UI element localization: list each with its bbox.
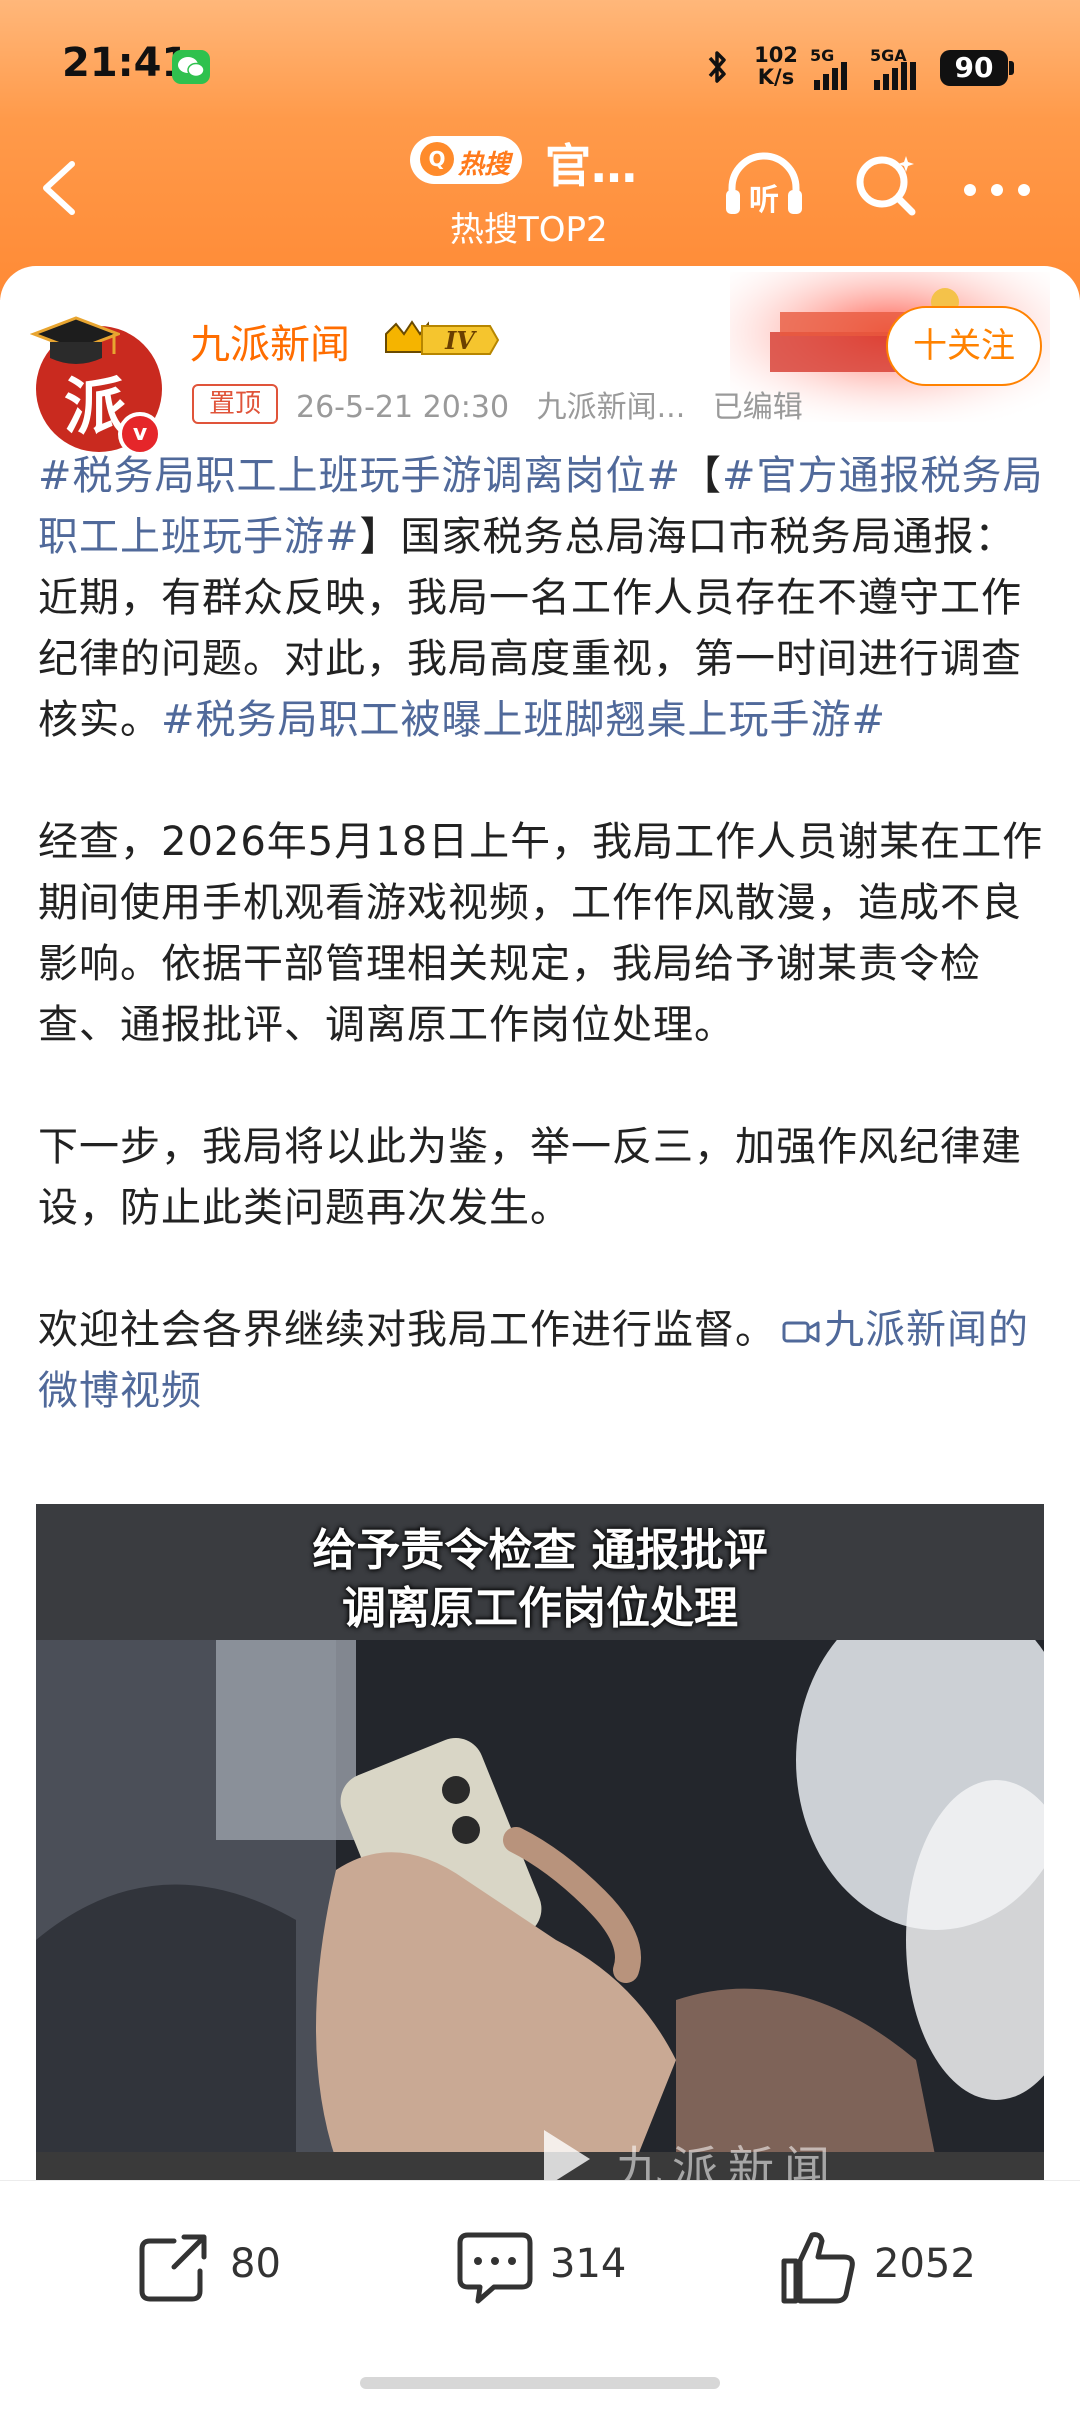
page-subtitle: 热搜TOP2 <box>450 210 608 250</box>
network-speed: 102 K/s <box>754 43 798 89</box>
post-date: 26-5-21 20:30 <box>296 390 510 425</box>
paragraph-4: 欢迎社会各界继续对我局工作进行监督。 九派新闻的微博视频 <box>38 1307 1029 1414</box>
svg-text:听: 听 <box>749 183 779 218</box>
like-button[interactable]: 2052 <box>776 2227 986 2307</box>
action-bar: 80 314 2052 <box>0 2180 1080 2414</box>
post-body: #税务局职工上班玩手游调离岗位#【#官方通报税务局职工上班玩手游#】国家税务总局… <box>38 446 1048 1422</box>
battery-indicator: 90 <box>940 50 1014 86</box>
hot-search-badge: Q 热搜 <box>410 136 522 184</box>
topic-link[interactable]: #税务局职工被曝上班脚翘桌上玩手游# <box>161 697 886 743</box>
back-icon[interactable] <box>36 158 86 218</box>
share-icon <box>139 2234 207 2302</box>
post-source[interactable]: 九派新闻... <box>537 390 686 425</box>
video-player[interactable]: 给予责令检查 通报批评 调离原工作岗位处理 九派新闻 <box>36 1504 1044 2194</box>
avatar[interactable]: 派 v <box>30 316 162 456</box>
thumbs-up-icon <box>781 2232 855 2304</box>
paragraph-3: 下一步，我局将以此为鉴，举一反三，加强作风纪律建设，防止此类问题再次发生。 <box>38 1124 1022 1231</box>
video-frame-image <box>36 1640 1044 2194</box>
svg-text:IV: IV <box>444 326 477 355</box>
clock: 21:41 <box>62 40 190 86</box>
level-crown-badge: IV <box>385 320 500 355</box>
follow-button[interactable]: 十关注 <box>886 306 1042 386</box>
search-icon[interactable] <box>852 150 922 220</box>
comment-count: 314 <box>550 2241 627 2287</box>
paragraph-1: #税务局职工上班玩手游调离岗位#【#官方通报税务局职工上班玩手游#】国家税务总局… <box>38 453 1044 743</box>
edited-label[interactable]: 已编辑 <box>713 390 803 425</box>
like-count: 2052 <box>874 2241 976 2287</box>
video-camera-icon <box>782 1321 820 1343</box>
search-mark-icon: Q <box>420 142 454 176</box>
video-caption-line-1: 给予责令检查 通报批评 <box>312 1525 768 1576</box>
comment-icon <box>457 2232 533 2304</box>
home-indicator[interactable] <box>360 2377 720 2389</box>
status-bar: 21:41 102 K/s 5G 5GA 90 <box>0 30 1080 106</box>
paragraph-2: 经查，2026年5月18日上午，我局工作人员谢某在工作期间使用手机观看游戏视频，… <box>38 819 1044 1048</box>
repost-count: 80 <box>230 2241 281 2287</box>
repost-button[interactable]: 80 <box>134 2227 304 2307</box>
pinned-badge: 置顶 <box>192 384 278 424</box>
top-header: 21:41 102 K/s 5G 5GA 90 Q 热搜 官… 热搜TOP2 听 <box>0 0 1080 300</box>
listen-icon[interactable]: 听 <box>722 150 806 220</box>
author-name[interactable]: 九派新闻 <box>190 312 350 370</box>
video-caption-line-2: 调离原工作岗位处理 <box>342 1583 738 1634</box>
wechat-notification-icon <box>172 50 210 84</box>
post-meta: 26-5-21 20:30 九派新闻... 已编辑 <box>296 382 821 426</box>
post-card: 派 v 九派新闻 IV 十关注 置顶 26-5-21 20:30 九派新闻...… <box>0 266 1080 2194</box>
logo-glyph-icon: 派 <box>64 370 127 443</box>
page-title: 官… <box>545 139 637 193</box>
comment-button[interactable]: 314 <box>454 2227 644 2307</box>
bluetooth-icon <box>708 51 726 83</box>
topic-link[interactable]: #税务局职工上班玩手游调离岗位# <box>38 453 681 499</box>
more-icon[interactable] <box>962 182 1032 198</box>
